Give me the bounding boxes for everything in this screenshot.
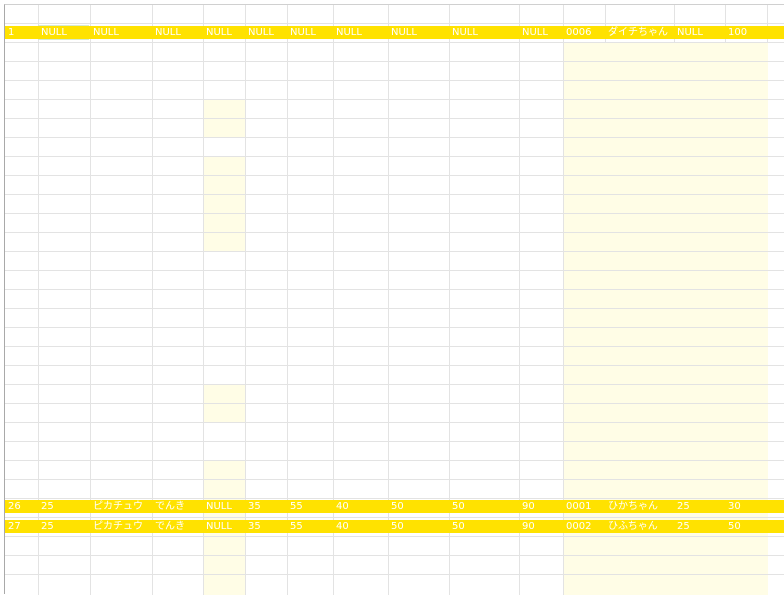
table-cell[interactable]: 90 <box>519 520 563 533</box>
row-divider <box>5 232 784 233</box>
row-divider <box>5 118 784 119</box>
table-cell[interactable]: 25 <box>674 520 725 533</box>
table-cell[interactable]: ピカチュウ <box>90 520 152 533</box>
table-cell[interactable]: 26 <box>5 500 38 513</box>
row-divider <box>5 308 784 309</box>
row-divider <box>5 289 784 290</box>
table-cell[interactable]: NULL <box>38 26 90 39</box>
table-cell[interactable]: でんき <box>152 500 203 513</box>
table-cell[interactable]: ひふちゃん <box>605 520 674 533</box>
table-cell[interactable]: 50 <box>388 500 449 513</box>
table-cell[interactable]: NULL <box>519 26 563 39</box>
table-cell[interactable]: 40 <box>333 520 388 533</box>
table-cell[interactable]: 30 <box>725 500 767 513</box>
table-cell[interactable]: ダイチちゃん <box>605 26 674 39</box>
table-cell[interactable]: NULL <box>287 26 333 39</box>
row-divider <box>5 99 784 100</box>
table-row[interactable]: 1 NULL NULL NULL NULL NULL NULL NULL NUL… <box>5 26 784 39</box>
table-cell[interactable]: NULL <box>333 26 388 39</box>
row-divider <box>5 156 784 157</box>
table-cell[interactable]: 40 <box>333 500 388 513</box>
table-cell[interactable]: 25 <box>38 500 90 513</box>
table-cell[interactable]: 35 <box>245 500 287 513</box>
table-cell[interactable]: NULL <box>449 26 519 39</box>
table-cell[interactable]: NULL <box>203 500 245 513</box>
row-divider <box>5 384 784 385</box>
row-divider <box>5 536 784 537</box>
table-cell[interactable]: 50 <box>725 520 767 533</box>
table-cell[interactable]: 50 <box>449 500 519 513</box>
table-cell[interactable]: ひかちゃん <box>605 500 674 513</box>
table-cell[interactable]: 25 <box>38 520 90 533</box>
table-cell[interactable]: 55 <box>287 500 333 513</box>
row-divider <box>5 175 784 176</box>
row-divider <box>5 555 784 556</box>
table-cell[interactable]: 27 <box>5 520 38 533</box>
row-divider <box>5 137 784 138</box>
table-cell[interactable]: 55 <box>287 520 333 533</box>
table-cell[interactable]: 0006 <box>563 26 605 39</box>
row-divider <box>5 213 784 214</box>
row-divider <box>5 251 784 252</box>
table-cell[interactable]: 1 <box>5 26 38 39</box>
table-cell[interactable]: NULL <box>152 26 203 39</box>
table-cell[interactable]: 100 <box>725 26 767 39</box>
table-cell[interactable]: NULL <box>203 26 245 39</box>
table-cell[interactable]: 50 <box>388 520 449 533</box>
row-divider <box>5 61 784 62</box>
table-cell[interactable]: 0002 <box>563 520 605 533</box>
row-divider <box>5 498 784 499</box>
row-divider <box>5 441 784 442</box>
row-divider <box>5 365 784 366</box>
row-divider <box>5 23 784 24</box>
row-divider <box>5 479 784 480</box>
row-divider <box>5 403 784 404</box>
table-cell[interactable]: 25 <box>674 500 725 513</box>
spreadsheet-grid[interactable]: 1 NULL NULL NULL NULL NULL NULL NULL NUL… <box>4 4 784 595</box>
row-divider <box>5 270 784 271</box>
highlighted-cell-block <box>204 156 245 251</box>
table-cell[interactable]: NULL <box>90 26 152 39</box>
row-divider <box>5 517 784 518</box>
table-cell[interactable]: でんき <box>152 520 203 533</box>
table-cell[interactable]: ピカチュウ <box>90 500 152 513</box>
row-divider <box>5 327 784 328</box>
row-divider <box>5 42 784 43</box>
table-row[interactable]: 26 25 ピカチュウ でんき NULL 35 55 40 50 50 90 0… <box>5 500 784 513</box>
table-cell[interactable]: NULL <box>674 26 725 39</box>
row-divider <box>5 194 784 195</box>
table-cell[interactable]: 0001 <box>563 500 605 513</box>
table-row[interactable]: 27 25 ピカチュウ でんき NULL 35 55 40 50 50 90 0… <box>5 520 784 533</box>
table-cell[interactable]: 90 <box>519 500 563 513</box>
row-divider <box>5 574 784 575</box>
row-divider <box>5 346 784 347</box>
row-divider <box>5 460 784 461</box>
table-cell[interactable]: NULL <box>388 26 449 39</box>
row-divider <box>5 80 784 81</box>
table-cell[interactable]: NULL <box>203 520 245 533</box>
row-divider <box>5 422 784 423</box>
table-cell[interactable]: NULL <box>245 26 287 39</box>
table-cell[interactable]: 35 <box>245 520 287 533</box>
table-cell[interactable]: 50 <box>449 520 519 533</box>
